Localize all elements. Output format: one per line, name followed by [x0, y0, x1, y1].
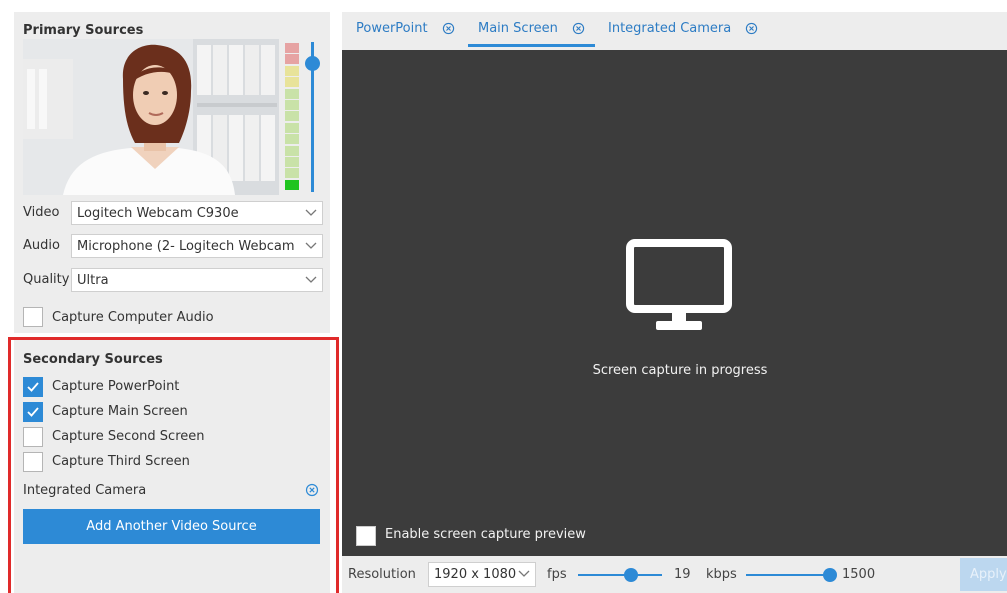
screen-preview-area: Screen capture in progress Enable screen… [342, 50, 1007, 556]
tab-main-screen[interactable]: Main Screen [468, 21, 596, 47]
secondary-source-label: Capture Third Screen [52, 454, 190, 469]
level-meter-segment [285, 43, 299, 53]
level-meter-segment [285, 88, 299, 99]
chevron-down-icon [518, 570, 530, 577]
kbps-slider-track[interactable] [746, 574, 830, 576]
fps-value: 19 [674, 567, 691, 582]
video-select[interactable]: Logitech Webcam C930e [71, 201, 323, 225]
kbps-slider-handle[interactable] [823, 568, 837, 582]
apply-button[interactable]: Apply [960, 558, 1007, 591]
audio-level-meter [285, 43, 299, 191]
resolution-value: 1920 x 1080 [434, 567, 517, 582]
secondary-source-checkbox[interactable] [23, 377, 43, 397]
monitor-icon [626, 239, 732, 330]
level-meter-segment [285, 54, 299, 65]
video-label: Video [23, 205, 60, 220]
tab-integrated-camera[interactable]: Integrated Camera [608, 21, 758, 47]
level-meter-segment [285, 157, 299, 167]
level-meter-segment [285, 65, 299, 76]
video-select-value: Logitech Webcam C930e [77, 206, 239, 221]
tab-main-screen-label: Main Screen [478, 21, 558, 36]
quality-label: Quality [23, 272, 70, 287]
fps-slider-track[interactable] [578, 574, 662, 576]
tab-powerpoint-label: PowerPoint [356, 21, 428, 36]
level-meter-segment [285, 134, 299, 145]
primary-sources-title: Primary Sources [23, 23, 144, 38]
quality-field-row: Quality Ultra [23, 268, 323, 292]
capture-computer-audio-checkbox[interactable] [23, 307, 43, 327]
secondary-source-label: Capture PowerPoint [52, 379, 180, 394]
level-meter-segment [285, 100, 299, 110]
close-circle-icon[interactable] [745, 22, 758, 35]
check-icon [27, 382, 39, 392]
capture-settings-bar: Resolution 1920 x 1080 fps 19 kbps 1500 … [342, 556, 1007, 593]
chevron-down-icon [305, 276, 317, 283]
enable-preview-checkbox[interactable] [356, 526, 376, 546]
resolution-label: Resolution [348, 567, 416, 582]
secondary-source-checkbox[interactable] [23, 402, 43, 422]
secondary-sources-panel: Secondary Sources Capture PowerPoint Capt… [14, 340, 330, 593]
tab-powerpoint[interactable]: PowerPoint [356, 21, 455, 47]
check-icon [27, 407, 39, 417]
quality-select-value: Ultra [77, 273, 109, 288]
fps-slider-handle[interactable] [624, 568, 638, 582]
secondary-sources-title: Secondary Sources [23, 352, 163, 367]
fps-label: fps [547, 567, 567, 582]
video-field-row: Video Logitech Webcam C930e [23, 201, 323, 225]
close-circle-icon[interactable] [442, 22, 455, 35]
primary-sources-panel: Primary Sources Video Logitech Webcam C9… [14, 12, 330, 333]
volume-slider-handle[interactable] [305, 55, 320, 71]
quality-select[interactable]: Ultra [71, 268, 323, 292]
audio-select-value: Microphone (2- Logitech Webcam [77, 239, 295, 254]
audio-label: Audio [23, 238, 60, 253]
capture-status-text: Screen capture in progress [592, 363, 768, 378]
capture-computer-audio-label: Capture Computer Audio [52, 310, 214, 325]
source-tab-bar: PowerPoint Main Screen Integrated Camera [342, 12, 1007, 50]
level-meter-segment [285, 122, 299, 133]
level-meter-segment [285, 145, 299, 156]
webcam-preview [23, 39, 279, 195]
add-another-video-source-button[interactable]: Add Another Video Source [23, 509, 320, 544]
kbps-label: kbps [706, 567, 737, 582]
level-meter-segment [285, 168, 299, 179]
level-meter-segment [285, 111, 299, 122]
secondary-source-checkbox[interactable] [23, 427, 43, 447]
level-meter-segment [285, 77, 299, 88]
secondary-source-label: Capture Second Screen [52, 429, 205, 444]
kbps-value: 1500 [842, 567, 876, 582]
resolution-select[interactable]: 1920 x 1080 [428, 562, 536, 587]
remove-camera-close-icon[interactable] [305, 483, 319, 497]
integrated-camera-label: Integrated Camera [23, 483, 147, 498]
audio-select[interactable]: Microphone (2- Logitech Webcam [71, 234, 323, 258]
chevron-down-icon [305, 209, 317, 216]
audio-field-row: Audio Microphone (2- Logitech Webcam [23, 234, 323, 258]
level-meter-segment [285, 179, 299, 190]
close-circle-icon[interactable] [572, 22, 585, 35]
chevron-down-icon [305, 242, 317, 249]
secondary-source-label: Capture Main Screen [52, 404, 188, 419]
secondary-source-checkbox[interactable] [23, 452, 43, 472]
enable-preview-label: Enable screen capture preview [385, 527, 586, 542]
tab-integrated-camera-label: Integrated Camera [608, 21, 732, 36]
